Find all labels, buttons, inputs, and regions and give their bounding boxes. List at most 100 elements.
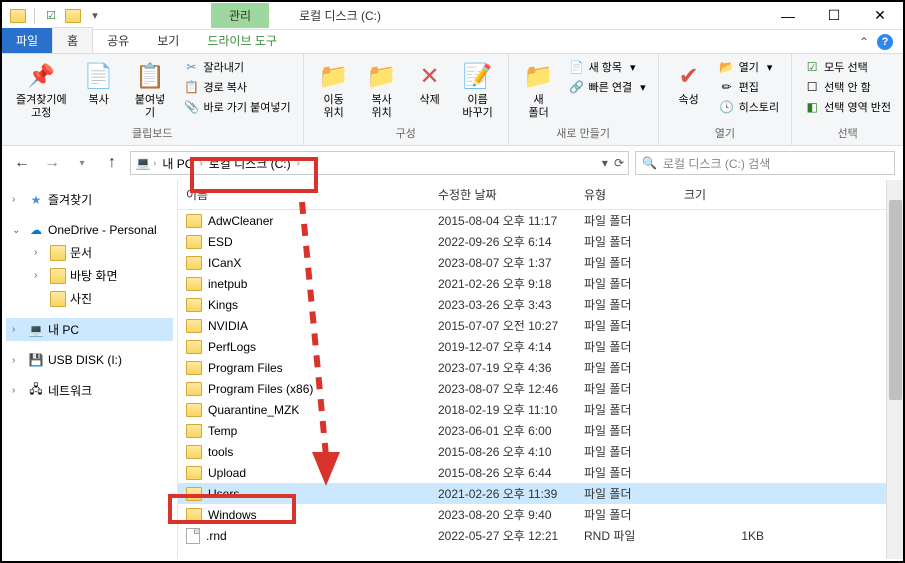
move-to-button[interactable]: 📁 이동 위치: [312, 58, 356, 122]
qat-dropdown-icon[interactable]: ▾: [87, 8, 103, 24]
file-date: 2021-02-26 오후 11:39: [438, 485, 584, 502]
help-icon[interactable]: ?: [877, 34, 893, 50]
new-folder-button[interactable]: 📁 새 폴더: [517, 58, 561, 122]
invert-selection-button[interactable]: ◧선택 영역 반전: [800, 98, 895, 116]
refresh-icon[interactable]: ⟳: [614, 156, 624, 170]
column-type[interactable]: 유형: [584, 186, 684, 203]
file-date: 2015-08-26 오후 6:44: [438, 464, 584, 481]
pin-button[interactable]: 📌 즐겨찾기에 고정: [10, 58, 73, 122]
invert-label: 선택 영역 반전: [824, 99, 891, 115]
chevron-right-icon[interactable]: ›: [12, 385, 24, 396]
tree-label: 문서: [70, 244, 92, 261]
folder-icon: [186, 445, 202, 459]
edit-button[interactable]: ✏편집: [715, 78, 783, 96]
tab-file[interactable]: 파일: [2, 28, 52, 53]
up-button[interactable]: ↑: [100, 151, 124, 175]
file-type: 파일 폴더: [584, 317, 684, 334]
open-label: 열기: [739, 59, 759, 75]
chevron-right-icon[interactable]: ›: [12, 355, 24, 366]
tree-usb[interactable]: ›💾USB DISK (I:): [6, 349, 173, 371]
copy-button[interactable]: 📄 복사: [77, 58, 121, 109]
scissors-icon: ✂: [184, 59, 200, 75]
tree-label: USB DISK (I:): [48, 353, 122, 367]
tab-share[interactable]: 공유: [93, 28, 143, 53]
new-item-icon: 📄: [569, 59, 585, 75]
tree-pictures[interactable]: 사진: [6, 287, 173, 310]
copy-to-button[interactable]: 📁 복사 위치: [360, 58, 404, 122]
tree-desktop[interactable]: ›바탕 화면: [6, 264, 173, 287]
navigation-pane: ›★즐겨찾기 ⌄☁OneDrive - Personal ›문서 ›바탕 화면 …: [2, 180, 178, 559]
quick-access-button[interactable]: 🔗빠른 연결▾: [565, 78, 650, 96]
chevron-right-icon[interactable]: ›: [153, 158, 156, 169]
cut-button[interactable]: ✂잘라내기: [180, 58, 295, 76]
select-group-label: 선택: [800, 123, 895, 141]
file-size: 1KB: [684, 529, 784, 543]
maximize-button[interactable]: ☐: [811, 2, 857, 30]
file-type: 파일 폴더: [584, 422, 684, 439]
star-icon: ★: [28, 192, 44, 208]
organize-group-label: 구성: [312, 123, 500, 141]
column-date[interactable]: 수정한 날짜: [438, 186, 584, 203]
chevron-right-icon[interactable]: ›: [34, 247, 46, 258]
forward-button[interactable]: →: [40, 151, 64, 175]
tree-onedrive[interactable]: ⌄☁OneDrive - Personal: [6, 219, 173, 241]
tree-label: OneDrive - Personal: [48, 223, 157, 237]
scrollbar-thumb[interactable]: [889, 200, 902, 400]
tree-quick-access[interactable]: ›★즐겨찾기: [6, 188, 173, 211]
dropdown-icon[interactable]: ▾: [602, 156, 608, 170]
path-icon: 📋: [184, 79, 200, 95]
folder-icon[interactable]: [65, 9, 81, 23]
rename-label: 이름 바꾸기: [462, 94, 492, 120]
tab-home[interactable]: 홈: [52, 27, 93, 53]
file-date: 2023-06-01 오후 6:00: [438, 422, 584, 439]
tab-drive-tools[interactable]: 드라이브 도구: [193, 28, 291, 53]
delete-button[interactable]: ✕ 삭제: [408, 58, 452, 109]
shortcut-icon: 📎: [184, 99, 200, 115]
chevron-right-icon[interactable]: ›: [12, 194, 24, 205]
properties-button[interactable]: ✔ 속성: [667, 58, 711, 109]
rename-icon: 📝: [462, 60, 494, 92]
chevron-right-icon[interactable]: ›: [12, 324, 24, 335]
back-button[interactable]: ←: [10, 151, 34, 175]
tab-view[interactable]: 보기: [143, 28, 193, 53]
close-button[interactable]: ✕: [857, 2, 903, 30]
history-button[interactable]: 🕓히스토리: [715, 98, 783, 116]
collapse-ribbon-icon[interactable]: ⌃: [859, 35, 869, 49]
new-group-label: 새로 만들기: [517, 123, 650, 141]
paste-shortcut-button[interactable]: 📎바로 가기 붙여넣기: [180, 98, 295, 116]
select-all-button[interactable]: ☑모두 선택: [800, 58, 895, 76]
rename-button[interactable]: 📝 이름 바꾸기: [456, 58, 500, 122]
file-type: 파일 폴더: [584, 464, 684, 481]
file-name: PerfLogs: [208, 340, 256, 354]
network-icon: 🖧: [28, 383, 44, 399]
vertical-scrollbar[interactable]: [886, 180, 903, 559]
file-name: tools: [208, 445, 233, 459]
ribbon-group-organize: 📁 이동 위치 📁 복사 위치 ✕ 삭제 📝 이름 바꾸기 구성: [304, 54, 509, 145]
file-type: RND 파일: [584, 527, 684, 544]
recent-dropdown[interactable]: ▾: [70, 151, 94, 175]
file-date: 2023-08-07 오후 12:46: [438, 380, 584, 397]
open-button[interactable]: 📂열기▾: [715, 58, 783, 76]
column-size[interactable]: 크기: [684, 186, 784, 203]
paste-button[interactable]: 📋 붙여넣기: [125, 58, 176, 122]
copy-label: 복사: [88, 94, 108, 107]
chevron-down-icon[interactable]: ⌄: [12, 225, 24, 236]
copy-path-button[interactable]: 📋경로 복사: [180, 78, 295, 96]
new-item-button[interactable]: 📄새 항목▾: [565, 58, 650, 76]
file-name: Temp: [208, 424, 237, 438]
minimize-button[interactable]: —: [765, 2, 811, 30]
copy-to-label: 복사 위치: [371, 94, 391, 120]
file-row[interactable]: .rnd2022-05-27 오후 12:21RND 파일1KB: [178, 525, 903, 546]
checkbox-icon[interactable]: ☑: [43, 8, 59, 24]
file-type: 파일 폴더: [584, 380, 684, 397]
tree-network[interactable]: ›🖧네트워크: [6, 379, 173, 402]
tree-documents[interactable]: › 문서: [6, 241, 173, 264]
select-none-button[interactable]: ☐선택 안 함: [800, 78, 895, 96]
file-date: 2021-02-26 오후 9:18: [438, 275, 584, 292]
folder-icon: [186, 256, 202, 270]
search-input[interactable]: 🔍 로컬 디스크 (C:) 검색: [635, 151, 895, 175]
tree-my-pc[interactable]: ›💻내 PC: [6, 318, 173, 341]
chevron-right-icon[interactable]: ›: [34, 270, 46, 281]
folder-icon: [186, 277, 202, 291]
file-icon: [186, 528, 200, 544]
